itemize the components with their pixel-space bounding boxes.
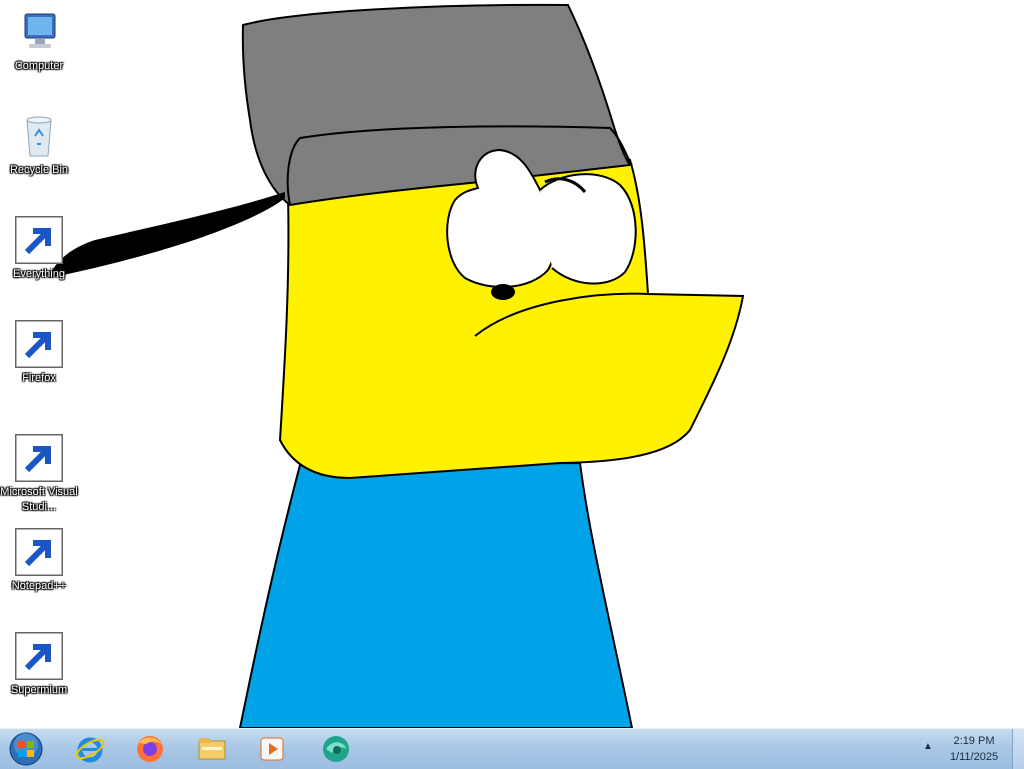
wallpaper-strap — [48, 192, 285, 278]
media-player-icon — [260, 737, 284, 761]
taskbar: ▲ 2:19 PM 1/11/2025 — [0, 728, 1024, 769]
shortcut-arrow-icon — [15, 528, 63, 576]
shortcut-arrow-icon — [15, 320, 63, 368]
wallpaper-pupil — [491, 284, 515, 300]
desktop-icon-computer[interactable]: Computer — [0, 8, 78, 74]
desktop-icon-recycle-bin[interactable]: Recycle Bin — [0, 112, 78, 178]
show-desktop-button[interactable] — [1012, 729, 1024, 769]
everything-search-icon — [15, 216, 63, 264]
computer-icon — [15, 8, 63, 56]
desktop-icon-visual-studio[interactable]: Microsoft Visual Studi... — [0, 434, 78, 515]
desktop-icon-firefox[interactable]: Firefox — [0, 320, 78, 386]
windows-start-orb-icon — [9, 732, 43, 766]
taskbar-media-player[interactable] — [246, 731, 298, 767]
recycle-bin-icon — [15, 112, 63, 160]
desktop-icon-everything[interactable]: Everything — [0, 216, 78, 282]
taskbar-clock[interactable]: 2:19 PM 1/11/2025 — [938, 733, 1010, 765]
notepad-plus-plus-icon — [15, 528, 63, 576]
visual-studio-icon — [15, 434, 63, 482]
shortcut-arrow-icon — [15, 434, 63, 482]
taskbar-file-explorer[interactable] — [186, 731, 238, 767]
desktop-icon-notepad-plus-plus[interactable]: Notepad++ — [0, 528, 78, 594]
taskbar-supermium[interactable] — [310, 731, 362, 767]
start-button[interactable] — [4, 730, 48, 768]
wallpaper-eye-right — [539, 173, 637, 285]
desktop-wallpaper[interactable] — [0, 0, 1024, 728]
taskbar-firefox[interactable] — [124, 731, 176, 767]
shortcut-arrow-icon — [15, 216, 63, 264]
firefox-icon — [137, 736, 163, 762]
taskbar-internet-explorer[interactable] — [64, 731, 116, 767]
supermium-icon — [323, 736, 349, 762]
desktop-icon-supermium[interactable]: Supermium — [0, 632, 78, 698]
firefox-icon — [15, 320, 63, 368]
clock-time: 2:19 PM — [953, 735, 995, 747]
shortcut-arrow-icon — [15, 632, 63, 680]
internet-explorer-icon — [75, 737, 105, 763]
file-explorer-icon — [198, 738, 226, 760]
supermium-icon — [15, 632, 63, 680]
show-hidden-icons-button[interactable]: ▲ — [920, 739, 936, 755]
clock-date: 1/11/2025 — [949, 751, 999, 763]
wallpaper-shirt — [238, 461, 634, 728]
